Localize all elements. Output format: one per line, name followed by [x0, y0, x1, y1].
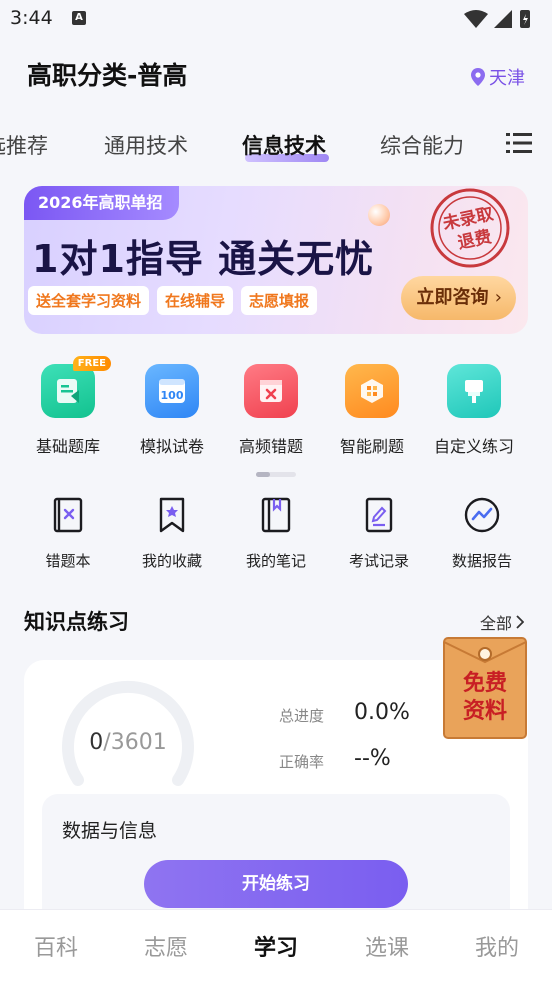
progress-label: 总进度 — [279, 707, 325, 725]
tool-grid: 错题本 我的收藏 我的笔记 考试记录 数据报告 — [0, 496, 552, 576]
section-title: 知识点练习 — [24, 610, 129, 634]
free-materials-icon[interactable]: 免费 资料 — [442, 632, 528, 740]
free-badge: FREE — [72, 356, 111, 371]
tabs-menu-icon[interactable] — [506, 132, 532, 154]
nav-mine[interactable]: 我的 — [457, 930, 537, 962]
tool-exam-records[interactable]: 考试记录 — [329, 496, 429, 571]
packet-line2: 资料 — [463, 699, 507, 724]
tool-favorites[interactable]: 我的收藏 — [122, 496, 222, 571]
total-count: /3601 — [103, 730, 167, 755]
banner-pill: 在线辅导 — [157, 286, 234, 315]
page-title: 高职分类-普高 — [27, 61, 188, 90]
refund-stamp-icon: 未录取 退费 — [430, 188, 510, 268]
banner-headline: 1对1指导 通关无忧 — [32, 237, 375, 281]
tool-label: 数据报告 — [451, 552, 512, 570]
frequent-errors-icon — [244, 364, 298, 418]
banner-pills: 送全套学习资料 在线辅导 志愿填报 — [28, 286, 318, 315]
mock-exam-icon: 100 — [145, 364, 199, 418]
accuracy-value: --% — [354, 746, 391, 771]
feature-frequent-errors[interactable]: 高频错题 — [223, 360, 319, 457]
tab-comprehensive[interactable]: 综合能力 — [380, 130, 464, 160]
tool-wrong-book[interactable]: 错题本 — [18, 496, 118, 571]
start-practice-button[interactable]: 开始练习 — [144, 860, 408, 908]
exam-record-icon — [365, 497, 393, 533]
nav-encyclopedia[interactable]: 百科 — [16, 930, 96, 962]
nav-study[interactable]: 学习 — [236, 930, 316, 962]
chevron-right-icon — [516, 615, 524, 629]
tool-label: 我的笔记 — [245, 552, 306, 570]
banner-tag: 2026年高职单招 — [24, 186, 179, 220]
custom-practice-icon — [447, 364, 501, 418]
feature-smart-practice[interactable]: 智能刷题 — [324, 360, 420, 457]
tool-label: 考试记录 — [348, 552, 409, 570]
feature-label: 高频错题 — [238, 437, 303, 456]
tool-label: 错题本 — [45, 552, 91, 570]
wrong-book-icon — [53, 497, 83, 533]
tool-label: 我的收藏 — [141, 552, 202, 570]
location-pin-icon — [471, 68, 485, 86]
tab-info-tech[interactable]: 信息技术 — [242, 130, 326, 160]
system-status-icons — [464, 10, 530, 28]
gauge-count: 0/3601 — [60, 730, 196, 755]
banner-decoration — [368, 204, 390, 226]
notebook-icon — [261, 497, 291, 533]
feature-label: 智能刷题 — [339, 437, 404, 456]
status-bar: 3:44 A — [0, 0, 552, 38]
view-all-label: 全部 — [479, 614, 512, 633]
location-selector[interactable]: 天津 — [471, 64, 525, 90]
question-bank-icon: FREE — [41, 356, 111, 418]
header: 高职分类-普高 天津 — [0, 38, 552, 112]
chevron-right-icon: › — [494, 287, 502, 308]
notification-icon: A — [72, 11, 86, 25]
location-label: 天津 — [489, 68, 525, 89]
banner-pill: 送全套学习资料 — [28, 286, 150, 315]
tab-general-tech[interactable]: 通用技术 — [104, 130, 188, 160]
feature-custom-practice[interactable]: 自定义练习 — [426, 360, 522, 457]
view-all-link[interactable]: 全部 — [480, 610, 524, 634]
feature-label: 模拟试卷 — [139, 437, 204, 456]
feature-mock-exam[interactable]: 100 模拟试卷 — [124, 360, 220, 457]
consult-button[interactable]: 立即咨询 › — [400, 276, 516, 320]
banner-pill: 志愿填报 — [241, 286, 318, 315]
nav-courses[interactable]: 选课 — [347, 930, 427, 962]
signal-icon — [494, 10, 512, 28]
feature-label: 基础题库 — [35, 437, 100, 456]
feature-basic-bank[interactable]: FREE 基础题库 — [20, 356, 116, 457]
category-tabs: 精选推荐 通用技术 信息技术 综合能力 — [0, 112, 552, 174]
progress-value: 0.0% — [354, 700, 410, 725]
accuracy-label: 正确率 — [279, 753, 325, 771]
tool-notes[interactable]: 我的笔记 — [226, 496, 326, 571]
smart-practice-icon — [345, 364, 399, 418]
promo-banner[interactable]: 2026年高职单招 未录取 退费 1对1指导 通关无忧 送全套学习资料 在线辅导… — [24, 186, 528, 334]
bottom-nav: 百科 志愿 学习 选课 我的 — [0, 910, 552, 983]
status-time: 3:44 — [10, 7, 53, 29]
done-count: 0 — [89, 730, 104, 755]
data-report-icon — [464, 497, 500, 533]
tab-featured[interactable]: 精选推荐 — [0, 130, 48, 160]
packet-line1: 免费 — [463, 670, 507, 696]
mock-exam-icon-text: 100 — [161, 389, 184, 402]
page-indicator — [256, 472, 296, 477]
bookmark-icon — [159, 497, 185, 533]
feature-label: 自定义练习 — [433, 437, 514, 456]
nav-application[interactable]: 志愿 — [126, 930, 206, 962]
consult-button-label: 立即咨询 — [416, 287, 489, 308]
feature-grid: FREE 基础题库 100 模拟试卷 高频错题 智能刷题 自定义练习 — [0, 356, 552, 470]
tool-data-report[interactable]: 数据报告 — [432, 496, 532, 571]
subject-name: 数据与信息 — [62, 820, 158, 842]
wifi-icon — [464, 10, 488, 28]
